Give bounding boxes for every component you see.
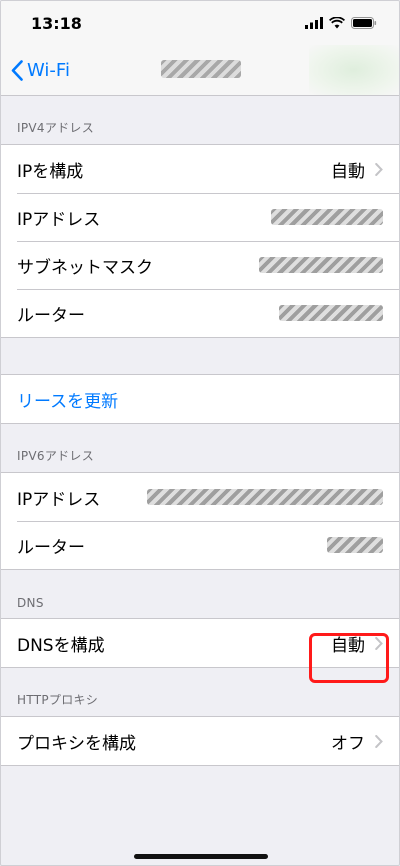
proxy-group: プロキシを構成 オフ [1, 716, 399, 766]
subnet-mask-label: サブネットマスク [17, 257, 153, 278]
network-name-redacted [161, 60, 241, 78]
ipv6-router-row: ルーター [1, 521, 399, 569]
ipv6-router-value-redacted [327, 537, 383, 553]
subnet-mask-row: サブネットマスク [1, 241, 399, 289]
ipv4-group: IPを構成 自動 IPアドレス サブネットマスク ルーター [1, 144, 399, 338]
ip-address-value-redacted [271, 209, 383, 225]
configure-ip-label: IPを構成 [17, 161, 84, 182]
ipv6-group: IPアドレス ルーター [1, 472, 399, 570]
ip-address-row: IPアドレス [1, 193, 399, 241]
back-label: Wi-Fi [27, 59, 70, 81]
subnet-mask-value-redacted [259, 257, 383, 273]
configure-proxy-value: オフ [331, 733, 365, 754]
configure-dns-label: DNSを構成 [17, 635, 105, 656]
back-button[interactable]: Wi-Fi [1, 60, 70, 81]
router-label: ルーター [17, 305, 85, 326]
section-header-ipv4: IPV4アドレス [17, 121, 95, 135]
navigation-bar: Wi-Fi [1, 45, 399, 96]
configure-ip-row[interactable]: IPを構成 自動 [1, 145, 399, 193]
status-bar: 13:18 [1, 1, 399, 45]
ipv6-router-label: ルーター [17, 537, 85, 558]
signal-icon [305, 17, 323, 29]
settings-screen: 13:18 Wi-Fi IPV4アドレス IPを構成 自動 IPアドレス サブネ… [0, 0, 400, 866]
wifi-icon [329, 17, 345, 29]
router-value-redacted [279, 305, 383, 321]
ipv6-address-label: IPアドレス [17, 489, 101, 510]
configure-proxy-row[interactable]: プロキシを構成 オフ [1, 717, 399, 765]
chevron-right-icon [375, 734, 383, 748]
battery-icon [351, 17, 377, 29]
configure-proxy-label: プロキシを構成 [17, 733, 136, 754]
router-row: ルーター [1, 289, 399, 337]
ipv6-address-value-redacted [147, 489, 383, 505]
lease-group: リースを更新 [1, 374, 399, 424]
section-header-dns: DNS [17, 596, 44, 610]
renew-lease-button[interactable]: リースを更新 [1, 375, 399, 423]
ip-address-label: IPアドレス [17, 209, 101, 230]
ipv6-address-row: IPアドレス [1, 473, 399, 521]
dns-highlight-box [309, 633, 389, 683]
chevron-right-icon [375, 162, 383, 176]
forget-network-redacted [309, 45, 399, 95]
configure-ip-value: 自動 [331, 161, 365, 182]
chevron-left-icon [11, 59, 23, 81]
status-icons [305, 17, 377, 29]
section-header-ipv6: IPV6アドレス [17, 449, 95, 463]
status-time: 13:18 [31, 13, 82, 33]
home-indicator[interactable] [134, 854, 268, 859]
